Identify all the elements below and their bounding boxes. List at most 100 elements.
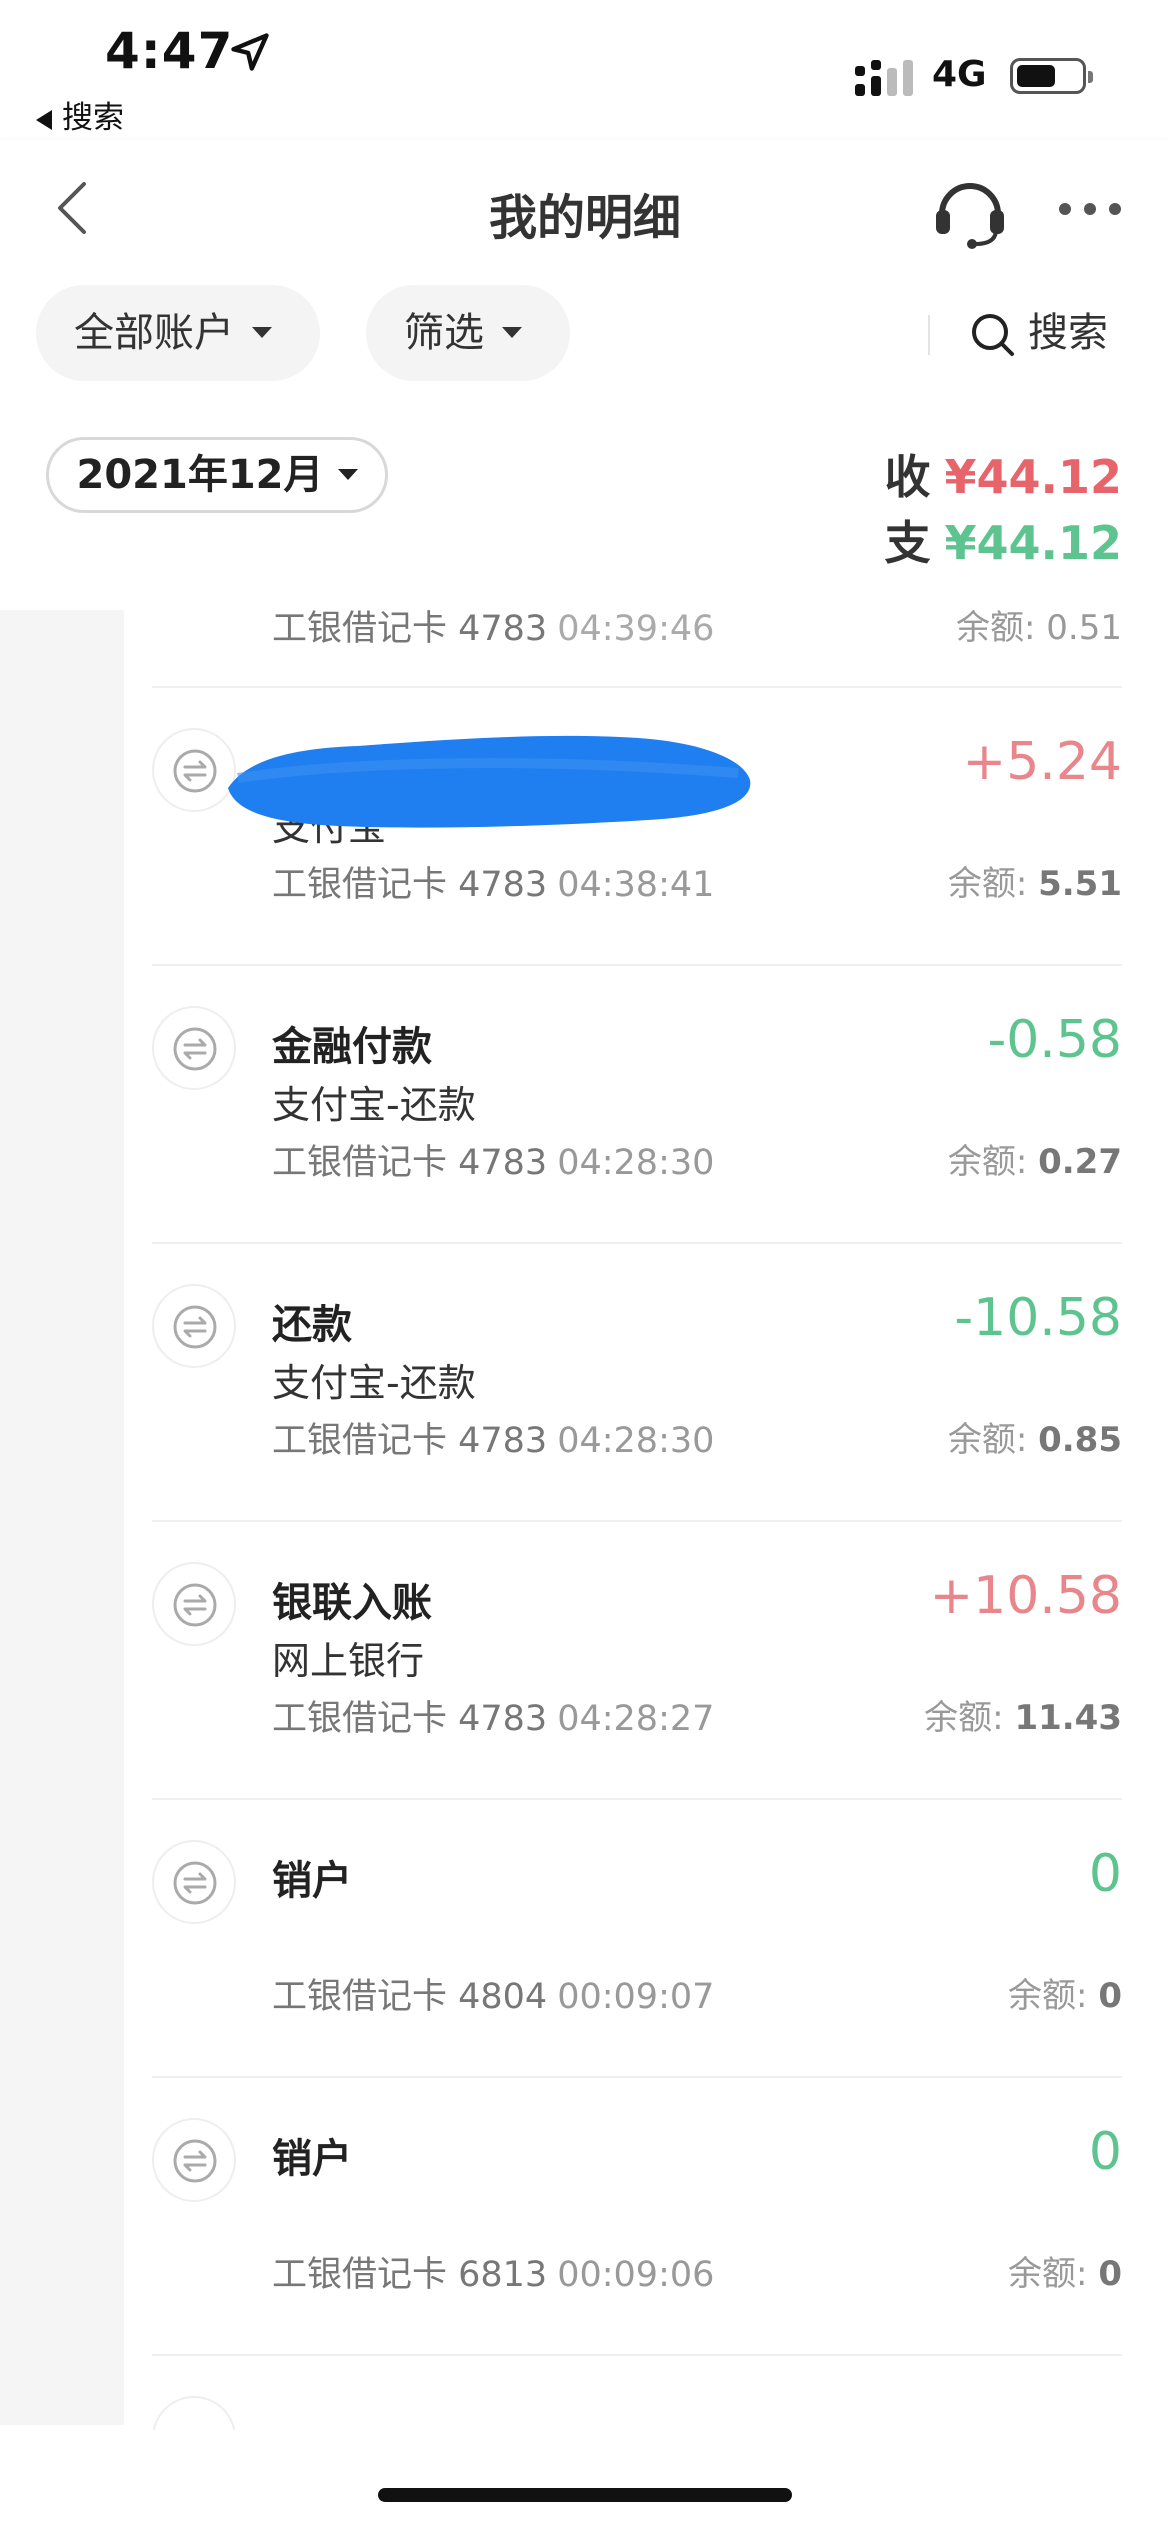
transaction-amount: -10.58	[954, 1288, 1122, 1348]
balance-label: 余额:	[924, 1698, 1004, 1738]
income-value: ¥44.12	[944, 450, 1122, 504]
transaction-balance: 余额: 0.27	[948, 1134, 1122, 1183]
balance-label: 余额:	[1008, 1976, 1088, 2016]
transaction-card: 工银借记卡 4783 04:28:27	[272, 1690, 714, 1741]
transfer-icon	[152, 1562, 236, 1646]
balance-label: 余额:	[947, 1142, 1028, 1182]
transaction-card: 工银借记卡 4783 04:38:41	[272, 856, 714, 907]
month-picker[interactable]: 2021年12月	[46, 437, 388, 513]
transaction-sub: 支付宝-还款	[272, 1361, 476, 1405]
back-app-label: 搜索	[62, 100, 124, 136]
card-label: 工银借记卡 4783	[272, 1421, 548, 1461]
search-icon	[972, 314, 1014, 356]
balance-label: 余额:	[947, 1420, 1028, 1460]
card-label: 工银借记卡 4783	[272, 1699, 548, 1739]
balance-value: 11.43	[1014, 1698, 1122, 1738]
transaction-row[interactable]: 销户 工银借记卡 4804 00:09:07 0 余额: 0	[152, 1798, 1122, 2078]
status-bar: 4:47 搜索 4G	[0, 0, 1170, 140]
transaction-title: 还款	[272, 1302, 352, 1348]
search-button[interactable]: 搜索	[970, 303, 1108, 363]
month-summary: 2021年12月 收 ¥44.12 支 ¥44.12	[0, 395, 1170, 610]
transaction-row[interactable]: 银联入账 网上银行 工银借记卡 4783 04:28:27 +10.58 余额: …	[152, 1520, 1122, 1800]
transaction-sub: 支付宝-还款	[272, 1083, 476, 1127]
customer-service-headset-icon[interactable]	[930, 170, 1010, 250]
transaction-balance: 余额: 0	[1008, 1968, 1122, 2017]
transaction-row[interactable]	[152, 2354, 1122, 2430]
transaction-row[interactable]: 还款 支付宝-还款 工银借记卡 4783 04:28:30 -10.58 余额: …	[152, 1242, 1122, 1522]
time-label: 04:38:41	[557, 865, 715, 905]
transaction-row[interactable]: 金融付款 支付宝-还款 工银借记卡 4783 04:28:30 -0.58 余额:…	[152, 964, 1122, 1244]
filter-label: 筛选	[404, 310, 484, 356]
balance-value: 0.85	[1038, 1420, 1122, 1460]
transaction-card: 工银借记卡 4783 04:28:30	[272, 1134, 714, 1185]
balance-value: 0.51	[1046, 610, 1122, 648]
card-label: 工银借记卡 4804	[272, 1977, 548, 2017]
transaction-card: 工银借记卡 4804 00:09:07	[272, 1968, 714, 2019]
time-label: 04:39:46	[557, 610, 715, 649]
search-label: 搜索	[1028, 310, 1108, 356]
transaction-amount: -0.58	[987, 1010, 1122, 1070]
balance-label: 余额:	[947, 864, 1028, 904]
month-label: 2021年12月	[76, 452, 324, 498]
nav-bar: 我的明细	[0, 140, 1170, 275]
transaction-balance: 余额: 5.51	[948, 856, 1122, 905]
transfer-icon	[152, 2118, 236, 2202]
back-triangle-icon	[36, 109, 52, 130]
partial-row-balance: 余额: 0.51	[956, 610, 1122, 649]
redaction-scribble	[228, 735, 751, 828]
time-label: 00:09:07	[557, 1977, 715, 2017]
divider	[928, 315, 930, 355]
transaction-title: 银联入账	[272, 1580, 432, 1626]
all-accounts-dropdown[interactable]: 全部账户	[36, 285, 320, 381]
card-label: 工银借记卡 4783	[272, 610, 548, 649]
all-accounts-label: 全部账户	[74, 310, 234, 356]
expense-value: ¥44.12	[944, 516, 1122, 570]
transaction-title: 销户	[272, 2136, 352, 2182]
caret-down-icon	[337, 468, 358, 480]
card-label: 工银借记卡 4783	[272, 865, 548, 905]
transaction-balance: 余额: 0	[1008, 2246, 1122, 2295]
time-label: 04:28:30	[557, 1143, 715, 1183]
transaction-row[interactable]: 销户 工银借记卡 6813 00:09:06 0 余额: 0	[152, 2076, 1122, 2356]
card-label: 工银借记卡 6813	[272, 2255, 548, 2295]
income-total: 收 ¥44.12	[884, 441, 1122, 507]
balance-value: 0.27	[1038, 1142, 1122, 1182]
time-label: 04:28:27	[557, 1699, 715, 1739]
transaction-sub: 网上银行	[272, 1639, 425, 1683]
transaction-title: 金融付款	[272, 1024, 432, 1070]
transaction-list[interactable]: 工银借记卡 4783 04:39:46 余额: 0.51 支付宝 工银借记卡 47…	[0, 610, 1170, 2430]
transaction-balance: 余额: 11.43	[924, 1690, 1122, 1739]
network-type: 4G	[932, 54, 987, 95]
home-indicator[interactable]	[378, 2488, 792, 2502]
caret-down-icon	[502, 326, 522, 338]
time-label: 00:09:06	[557, 2255, 715, 2295]
balance-label: 余额:	[956, 610, 1036, 648]
transaction-card: 工银借记卡 4783 04:28:30	[272, 1412, 714, 1463]
battery-icon	[1010, 58, 1093, 94]
balance-value: 5.51	[1038, 864, 1122, 904]
time-label: 04:28:30	[557, 1421, 715, 1461]
transfer-icon	[152, 1284, 236, 1368]
left-gutter	[0, 610, 124, 2425]
transfer-icon	[152, 1006, 236, 1090]
transaction-amount: 0	[1088, 1844, 1122, 1904]
transaction-title: 销户	[272, 1858, 352, 1904]
filter-bar: 全部账户 筛选 搜索	[0, 275, 1170, 395]
transaction-balance: 余额: 0.85	[948, 1412, 1122, 1461]
more-options-icon[interactable]	[1058, 202, 1122, 216]
signal-icon	[855, 60, 913, 96]
balance-value: 0	[1098, 1976, 1122, 2016]
caret-down-icon	[252, 326, 272, 338]
back-to-app-link[interactable]: 搜索	[36, 92, 124, 137]
transfer-icon	[152, 2396, 236, 2430]
location-arrow-icon	[231, 33, 269, 71]
transaction-card: 工银借记卡 6813 00:09:06	[272, 2246, 714, 2297]
income-label: 收	[884, 450, 931, 504]
filter-dropdown[interactable]: 筛选	[366, 285, 570, 381]
status-time: 4:47	[105, 22, 234, 80]
expense-total: 支 ¥44.12	[884, 507, 1122, 573]
balance-value: 0	[1098, 2254, 1122, 2294]
partial-row-card: 工银借记卡 4783 04:39:46	[272, 610, 714, 651]
balance-label: 余额:	[1008, 2254, 1088, 2294]
transfer-icon	[152, 1840, 236, 1924]
